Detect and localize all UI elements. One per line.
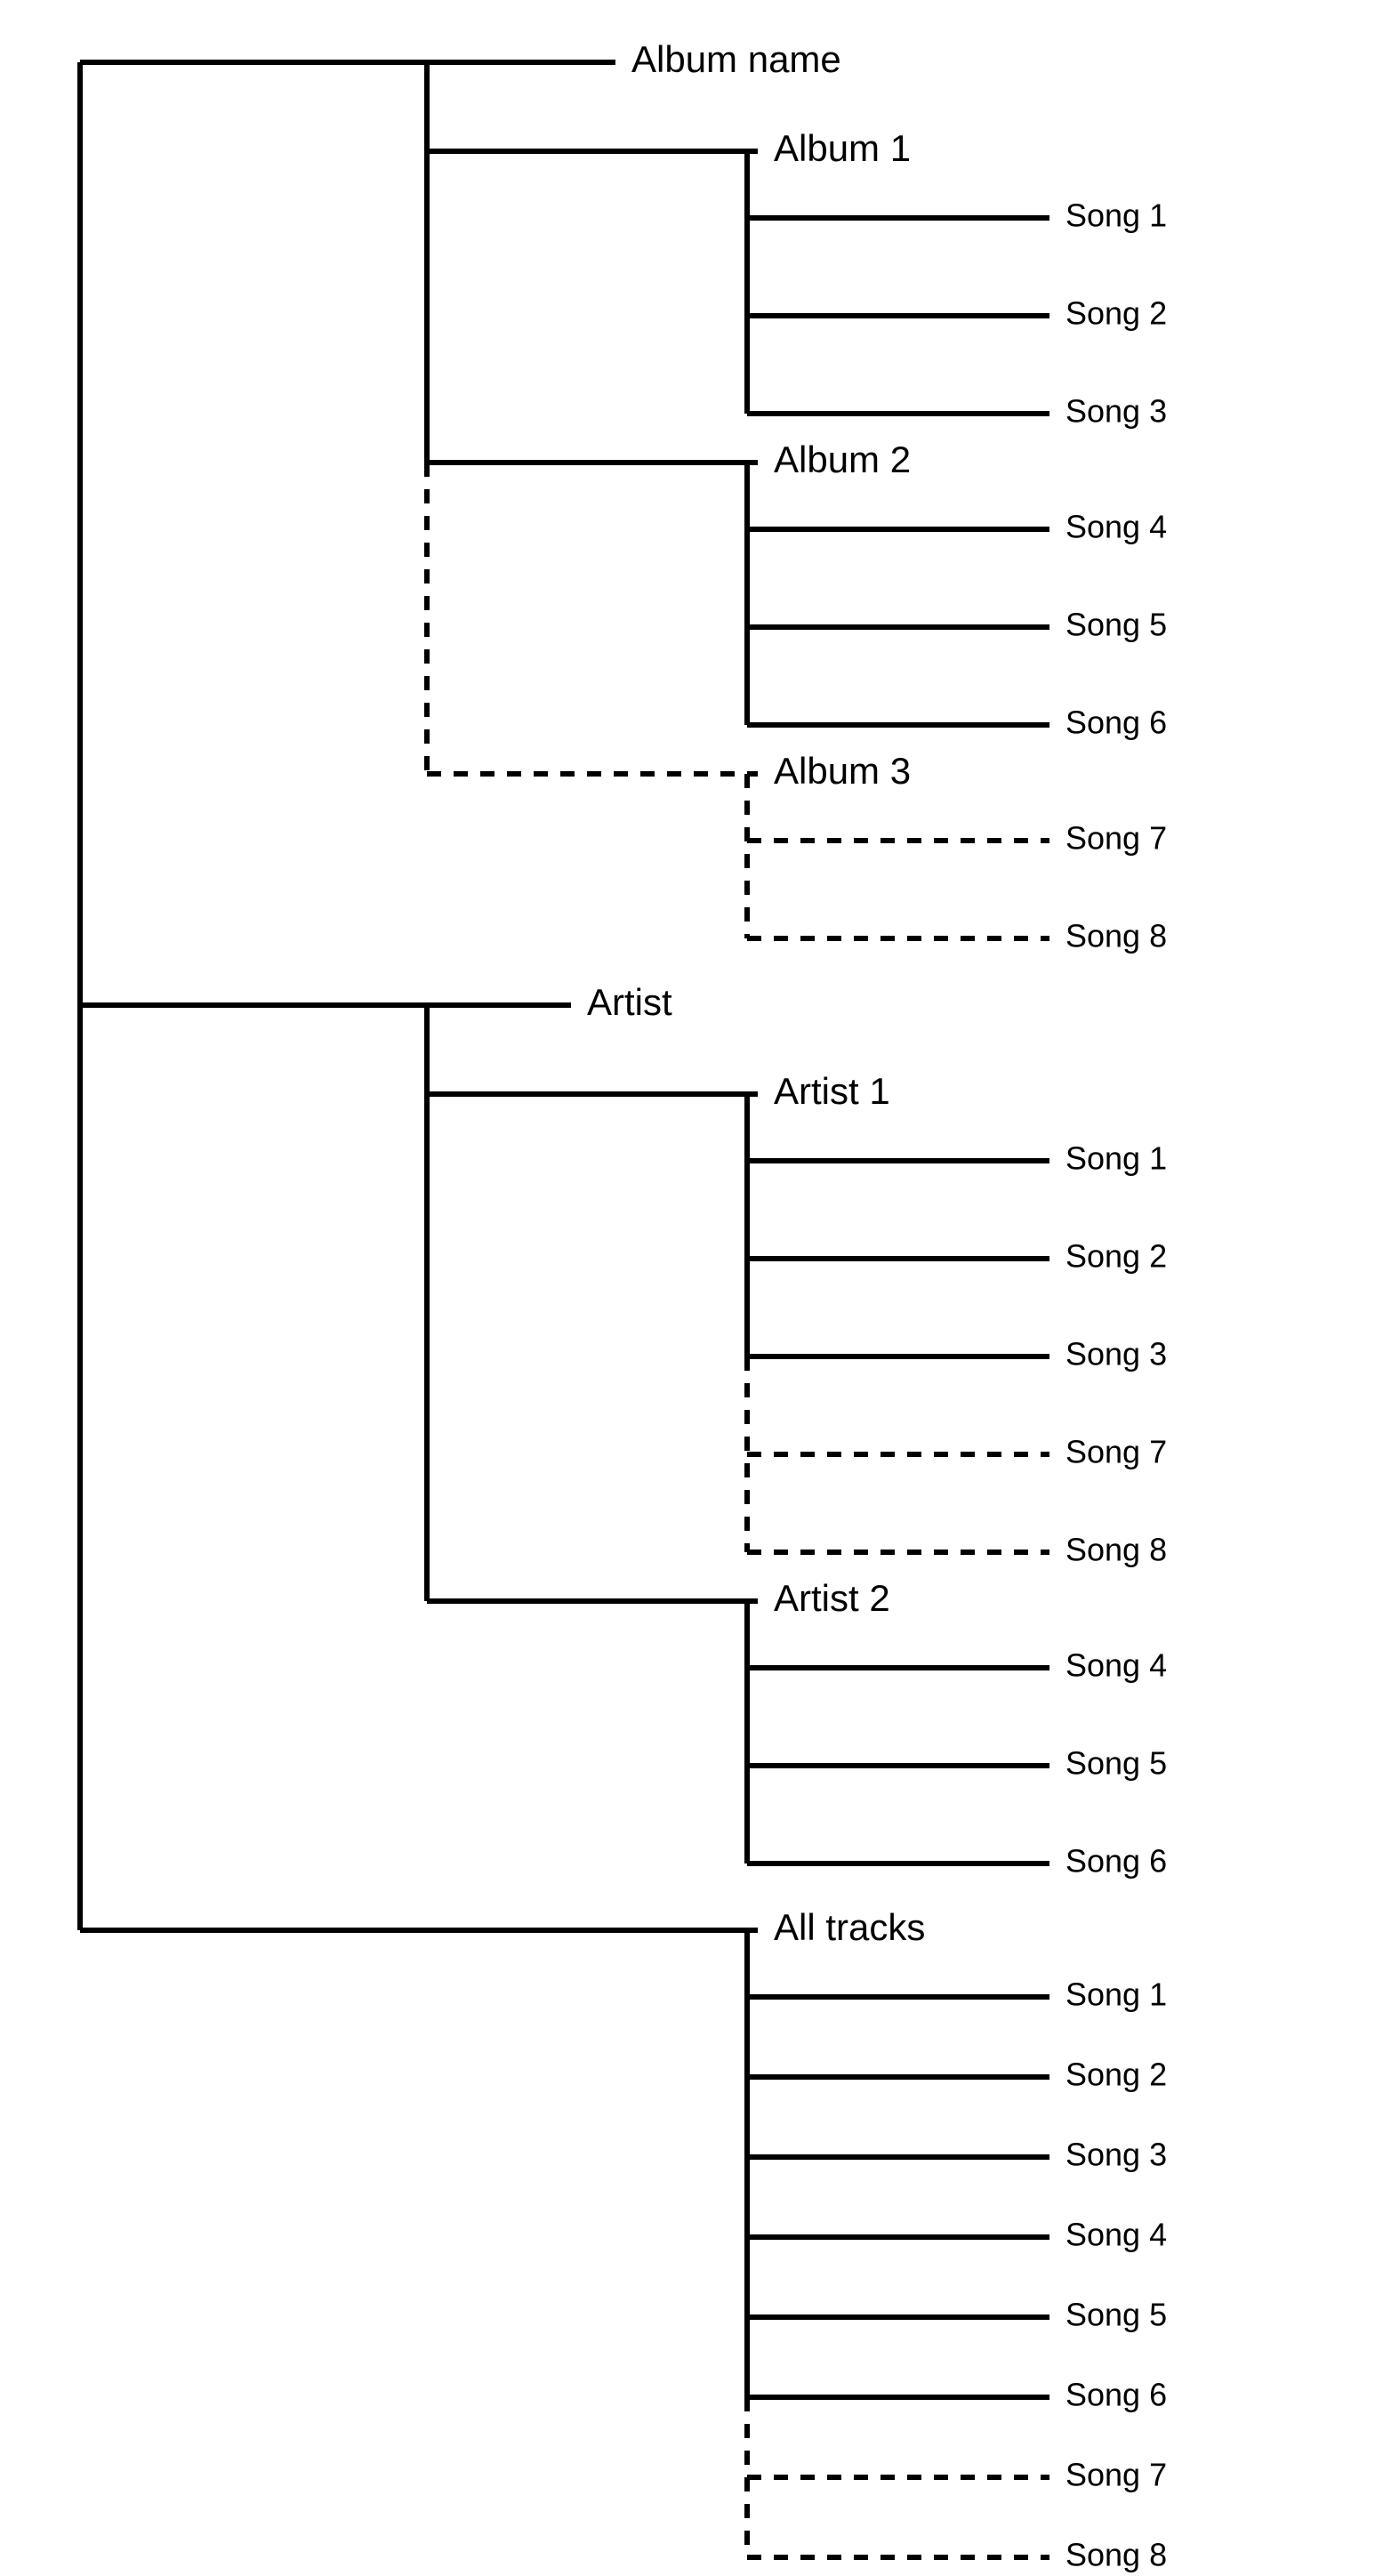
label-subcategory: Album 1	[774, 127, 911, 169]
label-subcategory: Artist 2	[774, 1577, 890, 1619]
label-subcategory: Album 2	[774, 439, 911, 480]
label-leaf: Song 7	[1065, 2457, 1167, 2493]
label-category: All tracks	[774, 1906, 925, 1948]
label-leaf: Song 5	[1065, 2297, 1167, 2333]
label-leaf: Song 4	[1065, 2217, 1167, 2253]
label-leaf: Song 5	[1065, 607, 1167, 643]
label-leaf: Song 2	[1065, 295, 1167, 332]
music-tree-diagram: Album name Album 1 Song 1 Song 2 Song 3 Album…	[0, 0, 1375, 2576]
label-leaf: Song 7	[1065, 1434, 1167, 1470]
label-leaf: Song 3	[1065, 2137, 1167, 2173]
label-leaf: Song 4	[1065, 1647, 1167, 1684]
label-subcategory: Artist 1	[774, 1070, 890, 1112]
label-leaf: Song 1	[1065, 197, 1167, 234]
label-leaf: Song 3	[1065, 393, 1167, 430]
label-leaf: Song 3	[1065, 1336, 1167, 1373]
label-leaf: Song 1	[1065, 1976, 1167, 2013]
label-leaf: Song 6	[1065, 2377, 1167, 2413]
label-leaf: Song 7	[1065, 820, 1167, 857]
label-leaf: Song 2	[1065, 1238, 1167, 1275]
label-leaf: Song 1	[1065, 1140, 1167, 1177]
label-leaf: Song 4	[1065, 509, 1167, 545]
label-leaf: Song 8	[1065, 918, 1167, 954]
label-category: Album name	[631, 38, 841, 80]
label-leaf: Song 8	[1065, 1532, 1167, 1568]
label-leaf: Song 6	[1065, 1843, 1167, 1880]
label-leaf: Song 2	[1065, 2057, 1167, 2093]
label-leaf: Song 5	[1065, 1745, 1167, 1782]
label-category: Artist	[587, 981, 672, 1023]
label-subcategory: Album 3	[774, 750, 911, 792]
label-leaf: Song 8	[1065, 2537, 1167, 2573]
label-leaf: Song 6	[1065, 704, 1167, 741]
